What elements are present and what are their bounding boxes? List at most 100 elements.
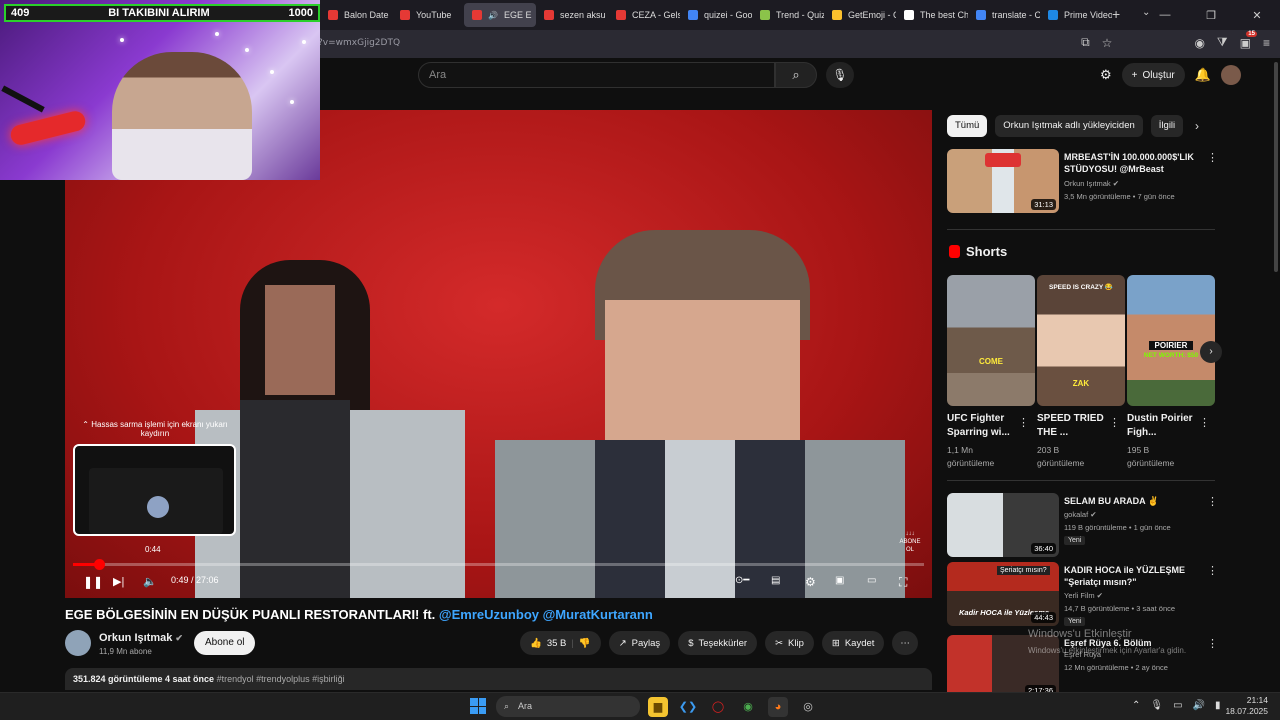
shorts-next-button[interactable]: › <box>1200 341 1222 363</box>
recommended-video-1[interactable]: 31:13 MRBEAST'İN 100.000.000$'LIK STÜDYO… <box>947 149 1218 213</box>
create-button[interactable]: + Oluştur <box>1121 63 1185 87</box>
bookmark-star-icon[interactable]: ☆ <box>1102 36 1113 50</box>
more-vert-icon[interactable]: ⋮ <box>1207 151 1218 164</box>
fullscreen-icon[interactable]: ⛶ <box>899 575 907 590</box>
cast-icon[interactable]: ⚙ <box>1100 67 1112 83</box>
obs-icon[interactable]: ◎ <box>798 697 818 717</box>
browser-tab[interactable]: Prime Video <box>1040 3 1112 27</box>
like-button[interactable]: 👍 35 B | 👎 <box>520 631 601 655</box>
video-thumbnail[interactable]: 31:13 <box>947 149 1059 213</box>
channel-name: Orkun Işıtmak ✔ <box>1064 179 1119 188</box>
clip-button[interactable]: ✂ Klip <box>765 631 814 655</box>
short-thumbnail-3[interactable]: POIRIER NET WORTH: $50 <box>1127 275 1215 406</box>
more-actions-button[interactable]: ⋯ <box>892 631 918 655</box>
maximize-icon[interactable]: ❐ <box>1188 9 1234 22</box>
more-vert-icon[interactable]: ⋮ <box>1109 416 1120 429</box>
tab-favicon-icon <box>760 10 770 20</box>
mention-link-2[interactable]: @MuratKurtarann <box>543 607 653 622</box>
chrome-icon[interactable]: ◉ <box>738 697 758 717</box>
windows-start-icon[interactable] <box>470 698 486 714</box>
short-title-2[interactable]: SPEED TRIED THE ... <box>1037 412 1117 440</box>
extensions-icon[interactable]: ⧩ <box>1217 35 1228 50</box>
battery-icon[interactable]: ▮ <box>1215 700 1221 711</box>
channel-avatar[interactable] <box>65 630 91 656</box>
share-button[interactable]: ↗ Paylaş <box>608 631 671 655</box>
browser-tab[interactable]: YouTube <box>392 3 464 27</box>
more-vert-icon[interactable]: ⋮ <box>1199 416 1210 429</box>
short-thumbnail-1[interactable]: COME <box>947 275 1035 406</box>
channel-watermark-logo[interactable]: ↓↓↓ ABONE OL <box>897 530 923 556</box>
subtitles-icon[interactable]: ▤ <box>771 575 780 586</box>
vscode-icon[interactable]: ❮❯ <box>678 697 698 717</box>
theater-mode-icon[interactable]: ▭ <box>867 575 876 586</box>
recommended-video-3[interactable]: Şeriatçı mısın? Kadir HOCA ile Yüzleşme … <box>947 562 1218 626</box>
search-input[interactable]: Ara <box>418 62 775 88</box>
picture-in-picture-icon[interactable]: ⧉ <box>1081 35 1090 50</box>
more-vert-icon[interactable]: ⋮ <box>1207 495 1218 508</box>
browser-tab[interactable]: translate - C <box>968 3 1040 27</box>
next-icon[interactable]: ▶| <box>113 575 124 588</box>
progress-scrubber[interactable] <box>93 559 105 570</box>
new-tab-icon[interactable]: + <box>1112 6 1120 22</box>
channel-name[interactable]: Orkun Işıtmak ✔ <box>99 632 183 644</box>
short-thumbnail-2[interactable]: SPEED IS CRAZY 😂 ZAK <box>1037 275 1125 406</box>
taskbar-search[interactable]: ⌕ Ara <box>496 696 640 717</box>
minimize-icon[interactable]: — <box>1142 9 1188 21</box>
search-button[interactable]: ⌕ <box>775 62 817 88</box>
browser-tab[interactable]: Balon Date <box>320 3 392 27</box>
notifications-bell-icon[interactable]: 🔔 <box>1195 67 1211 83</box>
clock[interactable]: 21:14 18.07.2025 <box>1225 695 1268 717</box>
pause-icon[interactable]: ❚❚ <box>83 575 103 589</box>
subscribe-button[interactable]: Abone ol <box>194 631 256 655</box>
chip-from-uploader[interactable]: Orkun Işıtmak adlı yükleyiciden <box>995 115 1143 137</box>
save-button[interactable]: ⊞ Kaydet <box>821 631 885 655</box>
video-thumbnail[interactable]: 36:40 <box>947 493 1059 557</box>
page-scrollbar[interactable] <box>1274 62 1278 272</box>
volume-icon[interactable]: 🔈 <box>143 575 157 588</box>
short-title-3[interactable]: Dustin Poirier Figh... <box>1127 412 1207 440</box>
chip-related[interactable]: İlgili <box>1150 115 1184 137</box>
more-vert-icon[interactable]: ⋮ <box>1207 564 1218 577</box>
autoplay-toggle[interactable]: ⊙━ <box>735 575 749 586</box>
goal-current: 409 <box>11 7 30 19</box>
description-box[interactable]: 351.824 görüntüleme 4 saat önce #trendyo… <box>65 668 932 690</box>
firefox-icon[interactable]: ◕ <box>768 697 788 717</box>
speaker-icon[interactable]: 🔊 <box>1193 700 1205 711</box>
network-icon[interactable]: ▭ <box>1173 700 1182 711</box>
opera-icon[interactable]: ◯ <box>708 697 728 717</box>
progress-bar[interactable] <box>73 559 924 570</box>
voice-search-button[interactable]: 🎙 <box>826 62 854 88</box>
chip-all[interactable]: Tümü <box>947 115 988 137</box>
browser-tab[interactable]: CEZA - Gels <box>608 3 680 27</box>
video-thumbnail[interactable]: Şeriatçı mısın? Kadir HOCA ile Yüzleşme … <box>947 562 1059 626</box>
more-vert-icon[interactable]: ⋮ <box>1018 416 1029 429</box>
thanks-button[interactable]: $ Teşekkürler <box>678 631 758 655</box>
more-vert-icon[interactable]: ⋮ <box>1207 637 1218 650</box>
file-explorer-icon[interactable]: ▆ <box>648 697 668 717</box>
browser-tab[interactable]: The best Ch <box>896 3 968 27</box>
browser-tab[interactable]: GetEmoji - C <box>824 3 896 27</box>
duration-badge: 31:13 <box>1031 199 1056 210</box>
miniplayer-icon[interactable]: ▣ <box>835 575 844 586</box>
mention-link-1[interactable]: @EmreUzunboy <box>439 607 539 622</box>
short-title-1[interactable]: UFC Fighter Sparring wi... <box>947 412 1027 440</box>
account-icon[interactable]: ◉ <box>1194 36 1204 50</box>
tab-audio-icon[interactable]: 🔊 <box>488 11 498 20</box>
browser-tab[interactable]: quizei - Goo <box>680 3 752 27</box>
chevron-right-icon[interactable]: › <box>1195 119 1199 133</box>
menu-icon[interactable]: ≡ <box>1263 36 1270 50</box>
chevron-up-icon[interactable]: ⌃ <box>1132 700 1140 711</box>
browser-tab[interactable]: Trend - Quiz <box>752 3 824 27</box>
recommended-video-2[interactable]: 36:40 SELAM BU ARADA ✌️ gokalaf ✔ 119 B … <box>947 493 1218 557</box>
close-icon[interactable]: ✕ <box>1234 9 1280 22</box>
extension-badge-icon[interactable]: ▣ 15 <box>1240 30 1257 50</box>
hashtags[interactable]: #trendyol #trendyolplus #işbirliği <box>217 674 345 684</box>
browser-tab[interactable]: sezen aksu <box>536 3 608 27</box>
microphone-tray-icon[interactable]: 🎙 <box>1150 700 1163 711</box>
account-avatar[interactable] <box>1220 65 1241 85</box>
settings-gear-icon[interactable]: ⚙ <box>805 575 816 589</box>
address-text[interactable]: ?v=wmxGjig2DTQ <box>318 38 400 48</box>
tab-label: EGE E <box>503 10 532 20</box>
browser-tab[interactable]: 🔊EGE E✕ <box>464 3 536 27</box>
thumbs-down-icon[interactable]: 👎 <box>579 638 591 649</box>
